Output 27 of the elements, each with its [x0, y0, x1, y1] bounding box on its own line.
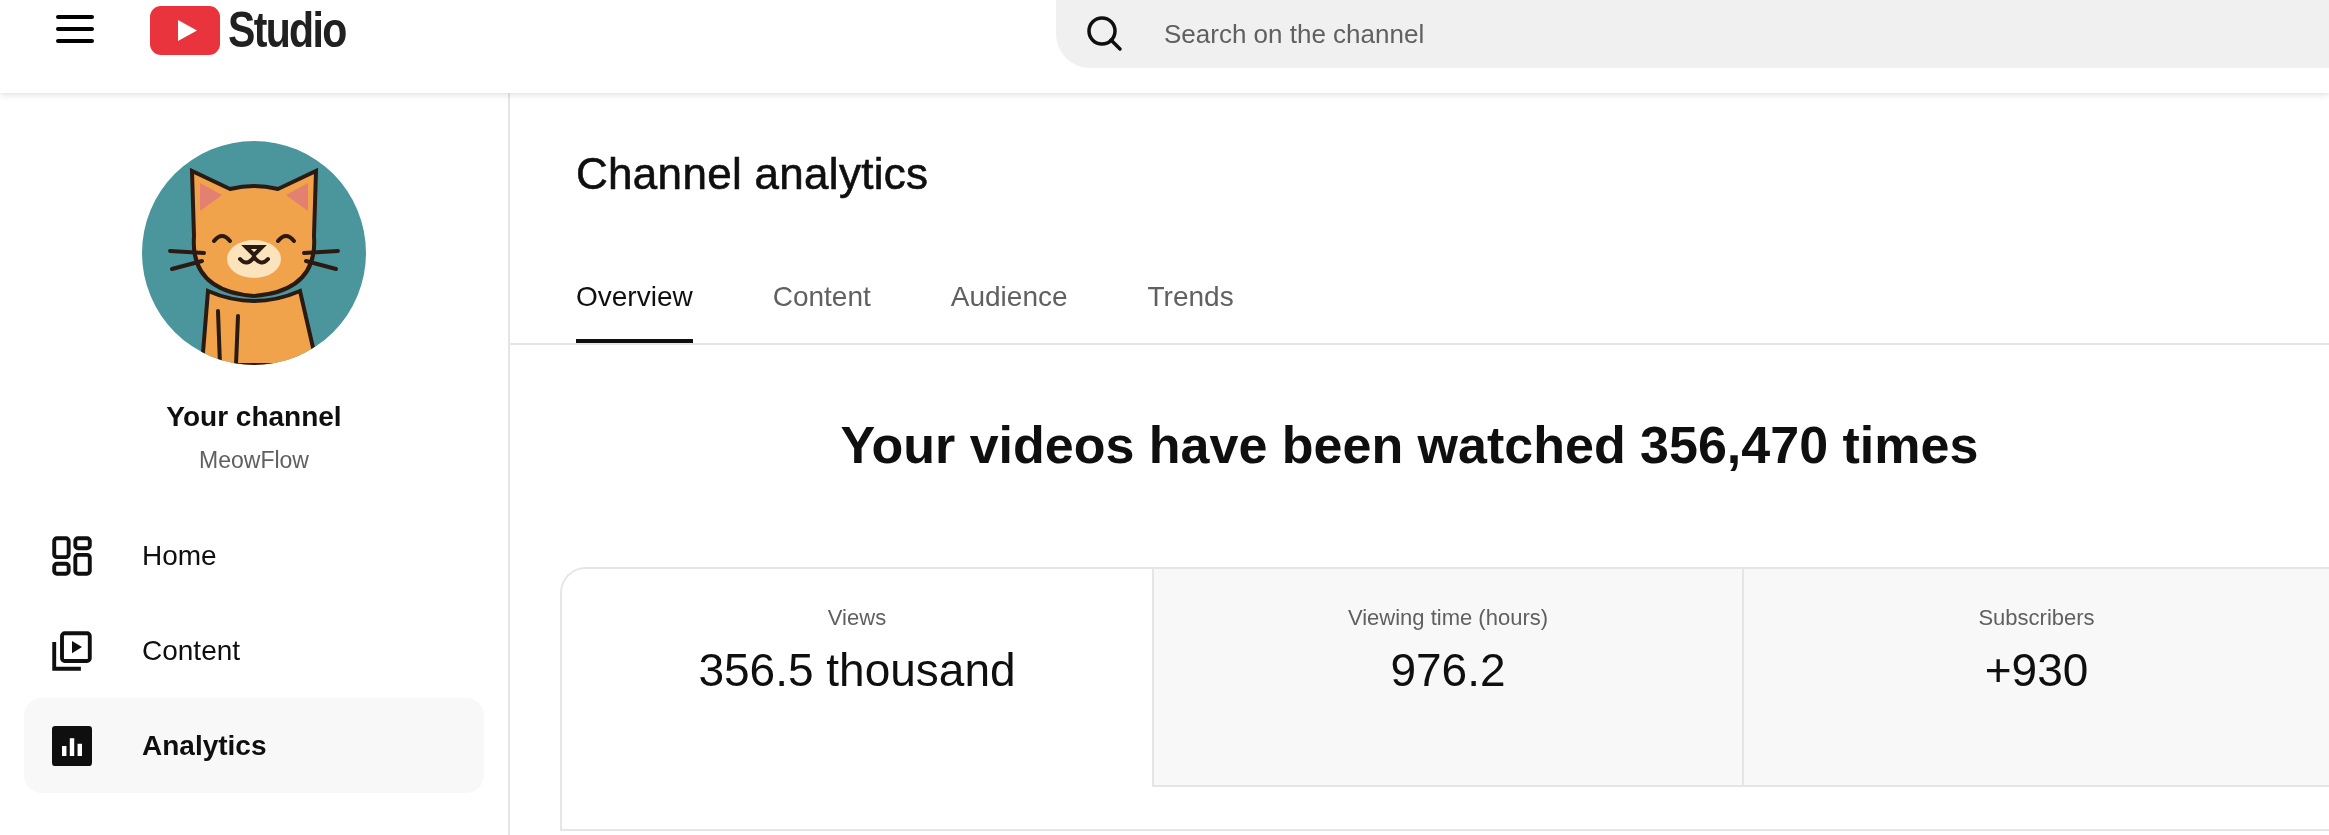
search-bar[interactable]: Search on the channel: [1056, 0, 2329, 68]
dashboard-icon: [52, 535, 92, 576]
metric-card[interactable]: Subscribers +930: [1742, 569, 2329, 787]
metric-value: 356.5 thousand: [698, 643, 1016, 697]
tab[interactable]: Trends: [1147, 267, 1234, 343]
bar-chart-icon: [52, 725, 92, 766]
menu-icon[interactable]: [56, 14, 94, 44]
metric-card[interactable]: Viewing time (hours) 976.2: [1152, 569, 1742, 787]
metric-value: 976.2: [1390, 643, 1506, 697]
metric-label: Viewing time (hours): [1347, 605, 1549, 631]
metric-value: +930: [1984, 643, 2089, 697]
page-title: Channel analytics: [576, 149, 930, 199]
play-logo-icon: [150, 5, 220, 55]
sidebar-item[interactable]: Content: [24, 603, 484, 698]
tab[interactable]: Overview: [576, 267, 693, 343]
headline: Your videos have been watched 356,470 times: [839, 415, 1980, 475]
video-library-icon: [52, 630, 92, 671]
search-field[interactable]: Search on the channel: [1162, 17, 1966, 51]
channel-title: Your channel: [166, 401, 342, 433]
metric-label: Views: [827, 605, 887, 631]
channel-name: MeowFlow: [199, 447, 309, 474]
metric-label: Subscribers: [1978, 605, 2095, 631]
tab[interactable]: Audience: [950, 267, 1068, 343]
tab[interactable]: Content: [772, 267, 871, 343]
sidebar-item[interactable]: Analytics: [24, 698, 484, 793]
search-icon: [1086, 15, 1124, 53]
sidebar-item[interactable]: Home: [24, 508, 484, 603]
